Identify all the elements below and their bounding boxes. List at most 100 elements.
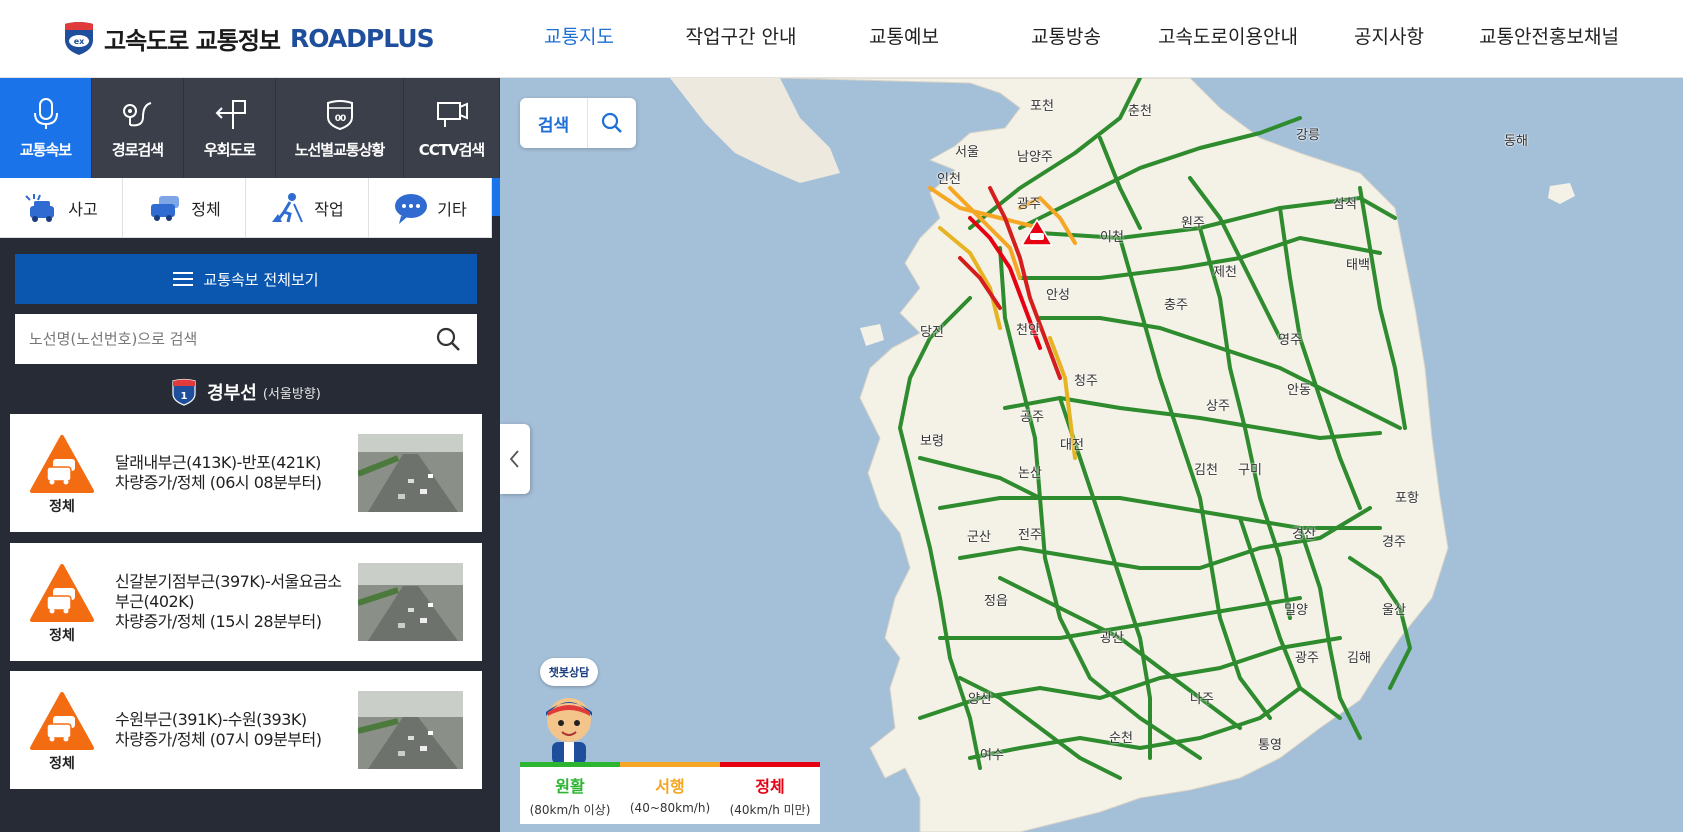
traffic-map[interactable]: 포천 춘천 강릉 동해 서울 남양주 인천 광주 원주 이천 삼척 제천 태백 안성 충주 당진 천안 영주 청주 안… — [500, 78, 1683, 832]
city-label: 포항 — [1395, 491, 1419, 506]
city-label: 충주 — [1164, 298, 1188, 313]
city-label: 동해 — [1504, 134, 1528, 149]
filter-1[interactable]: 정체 — [123, 178, 246, 237]
city-label: 공주 — [1020, 410, 1044, 425]
top-header: ex 고속도로 교통정보 ROADPLUS 교통지도 작업구간 안내 교통예보 교통방… — [0, 0, 1683, 78]
other-icon — [395, 193, 428, 224]
scrollbar-track[interactable] — [492, 216, 500, 832]
chatbot-button[interactable]: 챗봇상담 — [534, 658, 604, 768]
route-name: 경부선 — [207, 383, 257, 404]
city-label: 삼척 — [1333, 197, 1357, 212]
city-label: 영주 — [1278, 333, 1302, 348]
legend-title: 서행 — [655, 777, 685, 796]
view-all-alerts-button[interactable]: 교통속보 전체보기 — [15, 254, 477, 304]
city-label: 남양주 — [1017, 150, 1053, 165]
nav-item-5[interactable]: 공지사항 — [1354, 22, 1424, 49]
congestion-icon — [151, 195, 180, 221]
sidebar-tabbar: 교통속보 경로검색 우회도로 00 노선별교통상황 CCTV검색 — [0, 78, 500, 178]
route-number-shield-icon: 1 — [172, 378, 196, 406]
sidebar-tab-2[interactable]: 우회도로 — [184, 78, 276, 178]
city-label: 전주 — [1018, 528, 1042, 543]
nav-item-0[interactable]: 교통지도 — [544, 22, 614, 49]
incident-card[interactable]: 정체 신갈분기점부근(397K)-서울요금소부근(402K) 차량증가/정체 (15… — [10, 543, 482, 661]
route-direction: (서울방향) — [262, 386, 321, 402]
route-search-box — [15, 314, 477, 364]
left-sidebar: 교통속보 경로검색 우회도로 00 노선별교통상황 CCTV검색 사고 정체 작업 기타 교통속… — [0, 78, 500, 832]
cctv-icon — [436, 101, 468, 127]
incident-location: 수원부근(391K)-수원(393K) — [115, 710, 307, 729]
accident-icon — [25, 193, 55, 222]
cctv-preview[interactable] — [358, 434, 463, 512]
nav-item-2[interactable]: 교통예보 — [869, 22, 939, 49]
sidebar-tab-3[interactable]: 00 노선별교통상황 — [276, 78, 404, 178]
filter-label: 정체 — [191, 199, 221, 219]
legend-speed-range: (40~80km/h) — [629, 801, 711, 815]
incident-text: 수원부근(391K)-수원(393K) 차량증가/정체 (07시 09분부터) — [115, 671, 355, 789]
city-label: 포천 — [1030, 99, 1054, 114]
city-label: 제천 — [1213, 265, 1237, 280]
logo-korean-text: 고속도로 교통정보 — [104, 26, 281, 55]
congestion-warning-icon — [30, 692, 94, 750]
svg-text:00: 00 — [334, 114, 345, 124]
congestion-badge: 정체 — [28, 563, 96, 644]
filter-label: 작업 — [314, 199, 344, 219]
route-search-input[interactable] — [15, 314, 415, 364]
city-label: 순천 — [1109, 731, 1133, 746]
city-label: 김천 — [1194, 463, 1218, 478]
nav-item-3[interactable]: 교통방송 — [1031, 22, 1101, 49]
route-heading: 1 경부선 (서울방향) — [0, 376, 492, 408]
filter-label: 기타 — [437, 199, 467, 219]
congestion-badge: 정체 — [28, 434, 96, 515]
city-label: 당진 — [920, 325, 944, 340]
incident-status: 차량증가/정체 (07시 09분부터) — [115, 730, 322, 749]
sidebar-tab-4[interactable]: CCTV검색 — [404, 78, 500, 178]
nav-item-1[interactable]: 작업구간 안내 — [686, 22, 797, 49]
cctv-preview[interactable] — [358, 691, 463, 769]
legend-speed-range: (40km/h 미만) — [729, 803, 811, 817]
city-label: 상주 — [1206, 399, 1230, 414]
incident-badge-label: 정체 — [49, 756, 75, 772]
view-all-alerts-label: 교통속보 전체보기 — [203, 270, 319, 289]
incident-text: 신갈분기점부근(397K)-서울요금소부근(402K) 차량증가/정체 (15시 … — [115, 543, 355, 661]
city-label: 천안 — [1016, 323, 1040, 338]
city-label: 청주 — [1074, 374, 1098, 389]
sidebar-tab-label: 교통속보 — [19, 140, 72, 159]
sidebar-tab-label: 경로검색 — [111, 140, 164, 159]
search-icon[interactable] — [435, 326, 461, 352]
work-icon — [272, 192, 304, 222]
sidebar-tab-0[interactable]: 교통속보 — [0, 78, 92, 178]
korea-road-map[interactable] — [500, 78, 1683, 832]
chatbot-label: 챗봇상담 — [540, 658, 598, 686]
map-search-button[interactable] — [588, 98, 636, 148]
menu-icon — [173, 272, 194, 286]
incident-card[interactable]: 정체 수원부근(391K)-수원(393K) 차량증가/정체 (07시 09분부터) — [10, 671, 482, 789]
city-label: 여수 — [980, 748, 1004, 763]
city-label: 양산 — [968, 692, 992, 707]
city-label: 논산 — [1018, 466, 1042, 481]
filter-0[interactable]: 사고 — [0, 178, 123, 237]
incident-location: 신갈분기점부근(397K)-서울요금소부근(402K) — [115, 572, 342, 611]
city-label: 광주 — [1295, 651, 1319, 666]
nav-item-6[interactable]: 교통안전홍보채널 — [1479, 22, 1619, 49]
filter-2[interactable]: 작업 — [246, 178, 369, 237]
city-label: 울산 — [1382, 603, 1406, 618]
korea-landmass — [779, 78, 1449, 832]
legend-item: 정체 (40km/h 미만) — [720, 762, 820, 824]
city-label: 광산 — [1100, 631, 1124, 646]
sidebar-tab-label: 우회도로 — [203, 140, 256, 159]
incident-type-filter: 사고 정체 작업 기타 — [0, 178, 492, 238]
sidebar-tab-label: 노선별교통상황 — [294, 140, 386, 159]
roadplus-logo[interactable]: ex 고속도로 교통정보 ROADPLUS — [62, 18, 435, 58]
sidebar-tab-1[interactable]: 경로검색 — [92, 78, 184, 178]
scrollbar-thumb[interactable] — [492, 178, 500, 216]
map-search-label[interactable]: 검색 — [520, 98, 588, 148]
city-label: 보령 — [920, 434, 944, 449]
incident-card[interactable]: 정체 달래내부근(413K)-반포(421K) 차량증가/정체 (06시 08분부터… — [10, 414, 482, 532]
cctv-preview[interactable] — [358, 563, 463, 641]
incident-badge-label: 정체 — [49, 628, 75, 644]
collapse-sidebar-button[interactable] — [500, 424, 530, 494]
nav-item-4[interactable]: 고속도로이용안내 — [1158, 22, 1298, 49]
city-label: 서울 — [955, 145, 979, 160]
city-label: 강릉 — [1296, 128, 1320, 143]
filter-3[interactable]: 기타 — [369, 178, 492, 237]
